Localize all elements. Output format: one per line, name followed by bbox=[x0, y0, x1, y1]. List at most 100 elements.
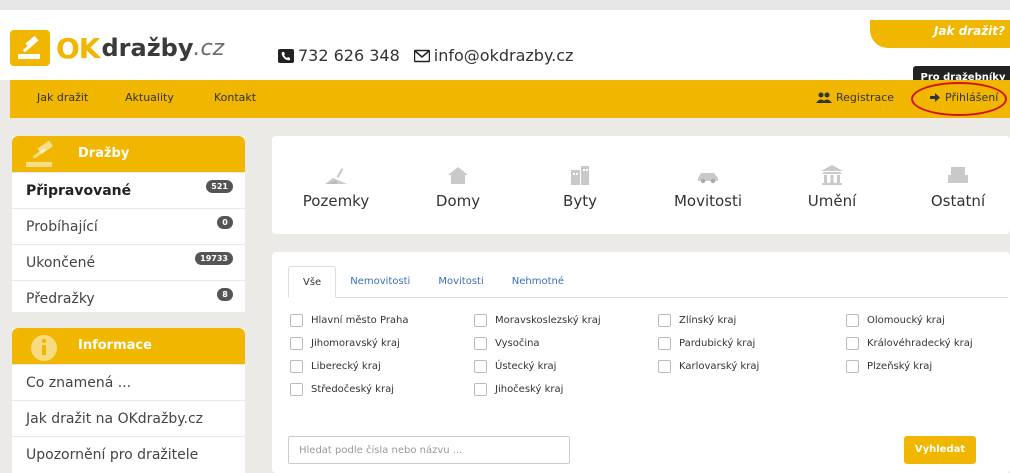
region-checkbox[interactable]: Královéhradecký kraj bbox=[846, 337, 973, 350]
car-icon bbox=[698, 173, 718, 184]
region-checkbox[interactable]: Karlovarský kraj bbox=[658, 360, 759, 373]
category-pozemky[interactable]: Pozemky bbox=[286, 164, 386, 210]
checkbox[interactable] bbox=[290, 360, 303, 373]
building-icon bbox=[571, 166, 589, 185]
informace-panel: Informace Co znamená ... Jak dražit na O… bbox=[12, 328, 245, 473]
checkbox[interactable] bbox=[846, 314, 859, 327]
region-checkbox[interactable]: Ústecký kraj bbox=[474, 360, 556, 373]
sidebar-item-ukoncene[interactable]: Ukončené 19733 bbox=[12, 244, 245, 280]
phone-number[interactable]: 732 626 348 bbox=[298, 46, 400, 65]
category-byty[interactable]: Byty bbox=[530, 164, 630, 210]
phone-icon bbox=[278, 48, 294, 63]
inbox-icon bbox=[948, 167, 968, 183]
region-checkbox[interactable]: Vysočina bbox=[474, 337, 540, 350]
count-badge: 19733 bbox=[195, 252, 233, 265]
checkbox[interactable] bbox=[474, 337, 487, 350]
region-checkbox[interactable]: Jihomoravský kraj bbox=[290, 337, 400, 350]
tab-nemovitosti[interactable]: Nemovitosti bbox=[336, 266, 424, 298]
checkbox[interactable] bbox=[474, 360, 487, 373]
informace-panel-title: Informace bbox=[78, 338, 152, 353]
site-logo[interactable]: OK dražby .cz bbox=[10, 28, 224, 68]
region-checkbox[interactable]: Liberecký kraj bbox=[290, 360, 381, 373]
region-label: Vysočina bbox=[495, 338, 540, 349]
sidebar-item-label: Jak dražit na OKdražby.cz bbox=[26, 411, 204, 427]
sidebar-item-jak-drazit[interactable]: Jak dražit na OKdražby.cz bbox=[12, 400, 245, 436]
registrace-label: Registrace bbox=[836, 91, 895, 104]
gavel-icon bbox=[26, 140, 54, 167]
main-nav: Jak dražit Aktuality Kontakt Registrace … bbox=[10, 80, 1010, 118]
tab-vse[interactable]: Vše bbox=[288, 266, 337, 298]
region-label: Jihomoravský kraj bbox=[311, 338, 400, 349]
sidebar-item-label: Probíhající bbox=[26, 219, 98, 235]
sidebar-item-label: Co znamená ... bbox=[26, 375, 132, 391]
count-badge: 0 bbox=[217, 216, 233, 229]
checkbox[interactable] bbox=[290, 337, 303, 350]
region-checkbox[interactable]: Plzeňský kraj bbox=[846, 360, 932, 373]
search-tabs: Vše Nemovitosti Movitosti Nehmotné bbox=[288, 266, 1008, 298]
logo-tld-text: .cz bbox=[193, 35, 225, 61]
top-header: OK dražby .cz 732 626 348 info@okdrazby.… bbox=[0, 0, 1010, 90]
region-checkbox[interactable]: Moravskoslezský kraj bbox=[474, 314, 601, 327]
drazby-panel: Dražby Připravované 521 Probíhající 0 Uk… bbox=[12, 136, 245, 312]
drazby-panel-title: Dražby bbox=[78, 146, 130, 161]
email-address[interactable]: info@okdrazby.cz bbox=[434, 46, 574, 65]
region-checkbox[interactable]: Jihočeský kraj bbox=[474, 383, 563, 396]
checkbox[interactable] bbox=[846, 337, 859, 350]
nav-kontakt[interactable]: Kontakt bbox=[214, 91, 256, 104]
checkbox[interactable] bbox=[290, 314, 303, 327]
logo-ok-text: OK bbox=[56, 31, 100, 65]
drazby-panel-header: Dražby bbox=[12, 136, 245, 172]
category-label: Byty bbox=[563, 192, 597, 210]
contact-info: 732 626 348 info@okdrazby.cz bbox=[278, 46, 573, 65]
gavel-icon bbox=[10, 30, 50, 66]
sidebar-item-label: Ukončené bbox=[26, 255, 96, 271]
category-umeni[interactable]: Umění bbox=[782, 164, 882, 210]
nav-jak-drazit[interactable]: Jak dražit bbox=[37, 91, 88, 104]
region-checkbox[interactable]: Olomoucký kraj bbox=[846, 314, 945, 327]
jak-drazit-tab[interactable]: Jak dražit? bbox=[870, 20, 1010, 48]
checkbox[interactable] bbox=[658, 337, 671, 350]
sidebar-item-probihajici[interactable]: Probíhající 0 bbox=[12, 208, 245, 244]
house-icon bbox=[448, 167, 468, 184]
sidebar-item-co-znamena[interactable]: Co znamená ... bbox=[12, 364, 245, 400]
region-label: Moravskoslezský kraj bbox=[495, 315, 601, 326]
sidebar-item-upozorneni[interactable]: Upozornění pro dražitele bbox=[12, 436, 245, 472]
sidebar-item-label: Upozornění pro dražitele bbox=[26, 447, 199, 463]
region-label: Karlovarský kraj bbox=[679, 361, 760, 372]
checkbox[interactable] bbox=[658, 360, 671, 373]
category-label: Ostatní bbox=[930, 192, 986, 210]
sidebar-item-pripravovane[interactable]: Připravované 521 bbox=[12, 172, 245, 208]
region-checkbox[interactable]: Pardubický kraj bbox=[658, 337, 755, 350]
sidebar-item-label: Předražky bbox=[26, 291, 95, 307]
land-icon bbox=[325, 168, 347, 184]
jak-drazit-tab-label: Jak dražit? bbox=[933, 24, 1005, 38]
sidebar-item-label: Připravované bbox=[26, 183, 132, 199]
region-label: Jihočeský kraj bbox=[495, 384, 564, 395]
category-movitosti[interactable]: Movitosti bbox=[658, 164, 758, 210]
category-ostatni[interactable]: Ostatní bbox=[908, 164, 1008, 210]
checkbox[interactable] bbox=[658, 314, 671, 327]
search-input[interactable]: Hledat podle čísla nebo názvu ... bbox=[288, 436, 570, 464]
region-checkbox[interactable]: Hlavní město Praha bbox=[290, 314, 409, 327]
category-domy[interactable]: Domy bbox=[408, 164, 508, 210]
logo-brand-text: dražby bbox=[101, 34, 194, 62]
tab-movitosti[interactable]: Movitosti bbox=[424, 266, 497, 298]
nav-aktuality[interactable]: Aktuality bbox=[125, 91, 174, 104]
checkbox[interactable] bbox=[290, 383, 303, 396]
search-button[interactable]: Vyhledat bbox=[904, 436, 976, 464]
tab-nehmotne[interactable]: Nehmotné bbox=[498, 266, 578, 298]
sidebar-item-predrazky[interactable]: Předražky 8 bbox=[12, 280, 245, 316]
region-label: Plzeňský kraj bbox=[867, 361, 933, 372]
region-checkbox[interactable]: Zlínský kraj bbox=[658, 314, 736, 327]
region-label: Královéhradecký kraj bbox=[867, 338, 973, 349]
checkbox[interactable] bbox=[474, 383, 487, 396]
region-label: Zlínský kraj bbox=[679, 315, 737, 326]
checkbox[interactable] bbox=[846, 360, 859, 373]
category-label: Movitosti bbox=[673, 192, 743, 210]
count-badge: 521 bbox=[206, 180, 233, 193]
registrace-link[interactable]: Registrace bbox=[816, 91, 894, 104]
region-label: Středočeský kraj bbox=[311, 384, 394, 395]
region-label: Ústecký kraj bbox=[495, 361, 557, 372]
region-checkbox[interactable]: Středočeský kraj bbox=[290, 383, 394, 396]
checkbox[interactable] bbox=[474, 314, 487, 327]
